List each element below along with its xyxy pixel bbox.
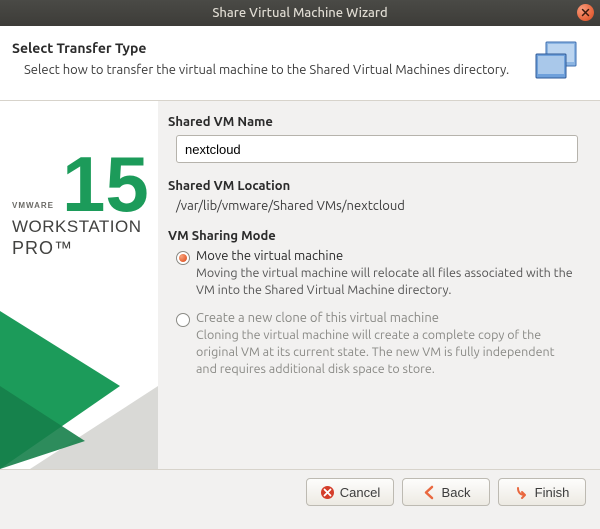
finish-arrow-icon xyxy=(515,485,530,500)
radio-move-title: Move the virtual machine xyxy=(196,249,578,263)
header-subtext: Select how to transfer the virtual machi… xyxy=(24,62,522,80)
wizard-form: Shared VM Name Shared VM Location /var/l… xyxy=(158,101,600,469)
radio-icon xyxy=(176,251,190,265)
radio-option-clone[interactable]: Create a new clone of this virtual machi… xyxy=(176,311,578,378)
back-label: Back xyxy=(442,485,471,500)
window-title: Share Virtual Machine Wizard xyxy=(212,6,387,20)
version-number: 15 xyxy=(62,140,149,228)
finish-label: Finish xyxy=(535,485,570,500)
radio-move-desc: Moving the virtual machine will relocate… xyxy=(196,265,578,299)
radio-option-move[interactable]: Move the virtual machine Moving the virt… xyxy=(176,249,578,299)
header-heading: Select Transfer Type xyxy=(12,40,522,56)
vm-location-label: Shared VM Location xyxy=(168,179,578,193)
svg-text:WORKSTATION: WORKSTATION xyxy=(12,217,142,236)
back-button[interactable]: Back xyxy=(402,478,490,506)
cancel-icon xyxy=(320,485,335,500)
sidebar-branding: 15 VMWARE WORKSTATION PRO™ xyxy=(0,101,158,469)
vm-name-label: Shared VM Name xyxy=(168,115,578,129)
titlebar: Share Virtual Machine Wizard xyxy=(0,0,600,26)
finish-button[interactable]: Finish xyxy=(498,478,586,506)
vm-name-input[interactable] xyxy=(176,135,578,163)
wizard-header: Select Transfer Type Select how to trans… xyxy=(0,26,600,101)
wizard-footer: Cancel Back Finish xyxy=(0,469,600,514)
close-icon xyxy=(581,8,590,17)
svg-text:PRO™: PRO™ xyxy=(12,238,73,258)
sharing-mode-label: VM Sharing Mode xyxy=(168,229,578,243)
radio-clone-desc: Cloning the virtual machine will create … xyxy=(196,327,578,378)
close-button[interactable] xyxy=(577,4,594,21)
radio-clone-title: Create a new clone of this virtual machi… xyxy=(196,311,578,325)
cancel-label: Cancel xyxy=(340,485,380,500)
share-vm-icon xyxy=(532,40,582,86)
radio-icon xyxy=(176,313,190,327)
svg-text:VMWARE: VMWARE xyxy=(12,201,54,210)
cancel-button[interactable]: Cancel xyxy=(306,478,394,506)
vm-location-value: /var/lib/vmware/Shared VMs/nextcloud xyxy=(176,199,578,213)
wizard-content: 15 VMWARE WORKSTATION PRO™ Shared VM Nam… xyxy=(0,101,600,469)
back-arrow-icon xyxy=(422,485,437,500)
